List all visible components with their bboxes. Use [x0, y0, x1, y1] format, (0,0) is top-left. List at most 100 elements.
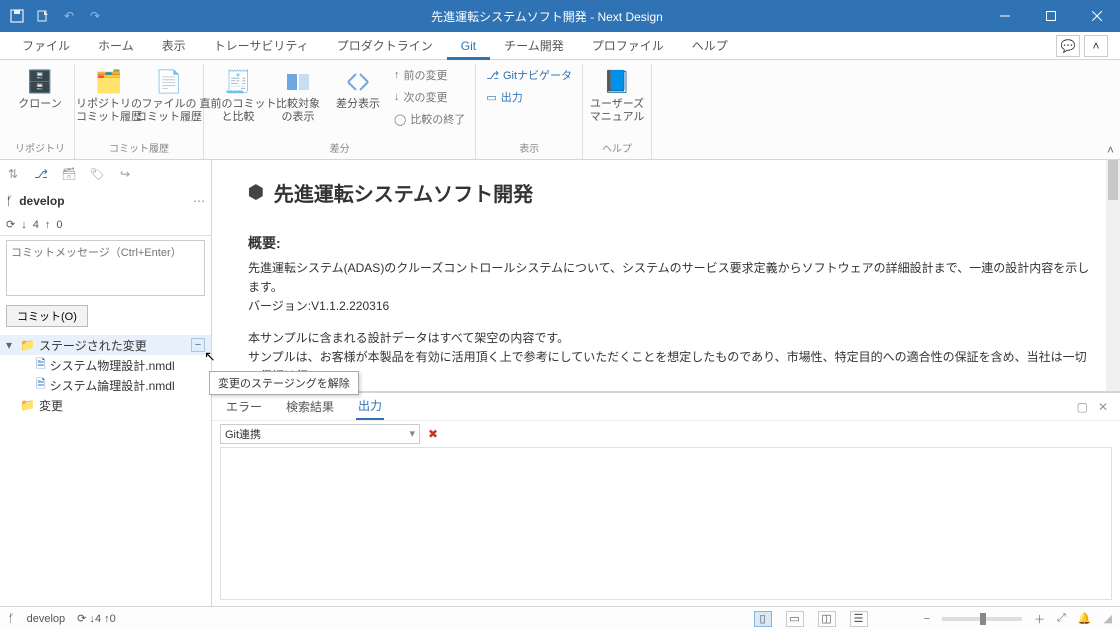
status-sync[interactable]: ⟳ ↓4 ↑0 [77, 612, 116, 625]
status-branch-name: develop [27, 613, 66, 625]
user-manual-button[interactable]: 📘ユーザーズ マニュアル [589, 64, 645, 126]
commit-message-input[interactable] [6, 240, 205, 296]
ribbon-collapse-icon[interactable]: ˄ [1107, 143, 1114, 157]
new-icon[interactable] [32, 5, 54, 27]
note-text-1: 本サンプルに含まれる設計データはすべて架空の内容です。 [248, 329, 1094, 348]
zoom-fit-icon[interactable]: ⤢ [1057, 612, 1066, 625]
output-panel: エラー 検索結果 出力 ▢ ✕ Git連携▾ ✖ [212, 392, 1120, 606]
output-toggle-button[interactable]: ▭ 出力 [482, 86, 526, 108]
group-label-repo: リポジトリ [15, 140, 65, 157]
scrollbar[interactable] [1106, 160, 1120, 391]
current-branch-row[interactable]: ᚶ develop ⋯ [0, 188, 211, 214]
feedback-icon[interactable]: 💬 [1056, 35, 1080, 57]
sidepanel-tab-stash-icon[interactable]: 🗃 [60, 167, 78, 181]
changes-tree: ▾📁 ステージされた変更 − 🗎 システム物理設計.nmdl 🗎 システム論理設… [0, 333, 211, 417]
tooltip-unstage: 変更のステージングを解除 [209, 371, 359, 395]
document-title: 先進運転システムソフト開発 [274, 178, 533, 207]
quick-access-toolbar: ↶ ↷ [0, 5, 112, 27]
overview-text: 先進運転システム(ADAS)のクルーズコントロールシステムについて、システムのサ… [248, 259, 1094, 297]
group-label-display: 表示 [519, 140, 539, 157]
group-label-history: コミット履歴 [109, 140, 169, 157]
tab-file[interactable]: ファイル [8, 32, 84, 60]
tab-help[interactable]: ヘルプ [678, 32, 742, 60]
git-side-panel: ⇅ ⎇ 🗃 🏷 ↪ ᚶ develop ⋯ ⟳ ↓4 ↑0 コミット(O) ▾📁… [0, 160, 212, 606]
sync-icon: ⟳ [6, 218, 15, 231]
tab-git[interactable]: Git [447, 32, 490, 60]
note-text-2: サンプルは、お客様が本製品を有効に活用頂く上で参考にしていただくことを想定したも… [248, 348, 1094, 386]
staged-file-1[interactable]: 🗎 システム物理設計.nmdl [0, 355, 211, 375]
tab-home[interactable]: ホーム [84, 32, 148, 60]
next-change-button[interactable]: ↓ 次の変更 [390, 86, 469, 108]
sync-row[interactable]: ⟳ ↓4 ↑0 [0, 214, 211, 236]
branch-icon: ᚶ [6, 194, 13, 208]
changes-label: 変更 [39, 397, 63, 414]
file-history-button[interactable]: 📄ファイルの コミット履歴 [141, 64, 197, 126]
view-mode-1[interactable]: ▯ [754, 611, 772, 627]
notifications-icon[interactable]: 🔔 [1078, 612, 1092, 625]
panel-dock-icon[interactable]: ▢ [1077, 400, 1088, 414]
tab-traceability[interactable]: トレーサビリティ [200, 32, 323, 60]
view-mode-2[interactable]: ▭ [786, 611, 804, 627]
sidepanel-tab-changes-icon[interactable]: ⇅ [4, 167, 22, 181]
output-tab-search[interactable]: 検索結果 [284, 394, 336, 419]
window-title: 先進運転システムソフト開発 - Next Design [112, 8, 982, 25]
compare-target-button[interactable]: 比較対象 の表示 [270, 64, 326, 126]
staged-file-2[interactable]: 🗎 システム論理設計.nmdl [0, 375, 211, 395]
end-compare-button[interactable]: ◯ 比較の終了 [390, 108, 469, 130]
document-viewer: ⬢ 先進運転システムソフト開発 概要: 先進運転システム(ADAS)のクルーズコ… [212, 160, 1120, 392]
resize-grip-icon[interactable]: ◢ [1104, 612, 1112, 625]
file-icon: 🗎 [36, 355, 46, 376]
changes-node[interactable]: 📁 変更 [0, 395, 211, 415]
group-label-diff: 差分 [330, 140, 350, 157]
document-icon: ⬢ [248, 182, 264, 203]
diff-view-button[interactable]: 差分表示 [330, 64, 386, 113]
status-bar: ᚶ develop ⟳ ↓4 ↑0 ▯ ▭ ◫ ☰ − ＋ ⤢ 🔔 ◢ [0, 606, 1120, 630]
staged-changes-node[interactable]: ▾📁 ステージされた変更 − [0, 335, 211, 355]
ribbon-tabs: ファイル ホーム 表示 トレーサビリティ プロダクトライン Git チーム開発 … [0, 32, 1120, 60]
title-bar: ↶ ↷ 先進運転システムソフト開発 - Next Design [0, 0, 1120, 32]
unstage-button[interactable]: − [191, 338, 205, 352]
view-mode-3[interactable]: ◫ [818, 611, 836, 627]
staged-label: ステージされた変更 [39, 337, 147, 354]
commit-button[interactable]: コミット(O) [6, 305, 88, 327]
sidepanel-tab-remote-icon[interactable]: ↪ [116, 167, 134, 181]
zoom-slider[interactable] [942, 617, 1022, 621]
clear-output-icon[interactable]: ✖ [428, 427, 438, 441]
sidepanel-tab-branch-icon[interactable]: ⎇ [32, 167, 50, 181]
output-filter-combo[interactable]: Git連携▾ [220, 424, 420, 444]
minimize-button[interactable] [982, 0, 1028, 32]
output-body [220, 447, 1112, 600]
tab-team[interactable]: チーム開発 [490, 32, 578, 60]
redo-icon[interactable]: ↷ [84, 5, 106, 27]
maximize-button[interactable] [1028, 0, 1074, 32]
sidepanel-tab-tags-icon[interactable]: 🏷 [88, 167, 106, 181]
undo-icon[interactable]: ↶ [58, 5, 80, 27]
file-icon: 🗎 [36, 375, 46, 396]
zoom-in-icon[interactable]: ＋ [1034, 611, 1045, 627]
prev-change-button[interactable]: ↑ 前の変更 [390, 64, 469, 86]
group-label-help: ヘルプ [602, 140, 632, 157]
git-navigator-button[interactable]: ⎇ Gitナビゲータ [482, 64, 576, 86]
output-tab-error[interactable]: エラー [224, 394, 264, 419]
tab-productline[interactable]: プロダクトライン [323, 32, 447, 60]
zoom-out-icon[interactable]: − [924, 613, 930, 625]
overview-heading: 概要: [248, 233, 1094, 253]
outgoing-count: 0 [56, 219, 62, 231]
close-button[interactable] [1074, 0, 1120, 32]
panel-close-icon[interactable]: ✕ [1098, 400, 1108, 414]
save-icon[interactable] [6, 5, 28, 27]
tab-profile[interactable]: プロファイル [578, 32, 678, 60]
view-mode-4[interactable]: ☰ [850, 611, 868, 627]
repo-history-button[interactable]: 🗂️リポジトリの コミット履歴 [81, 64, 137, 126]
branch-name: develop [19, 194, 64, 208]
clone-button[interactable]: 🗄️クローン [12, 64, 68, 113]
status-branch-icon[interactable]: ᚶ [8, 613, 15, 625]
incoming-count: 4 [33, 219, 39, 231]
version-text: バージョン:V1.1.2.220316 [248, 297, 1094, 316]
branch-menu-icon[interactable]: ⋯ [193, 194, 205, 208]
ribbon: 🗄️クローン リポジトリ 🗂️リポジトリの コミット履歴 📄ファイルの コミット… [0, 60, 1120, 160]
tab-view[interactable]: 表示 [148, 32, 200, 60]
collapse-ribbon-icon[interactable]: ˄ [1084, 35, 1108, 57]
output-tab-output[interactable]: 出力 [356, 393, 384, 420]
compare-prev-button[interactable]: 🧾直前のコミット と比較 [210, 64, 266, 126]
